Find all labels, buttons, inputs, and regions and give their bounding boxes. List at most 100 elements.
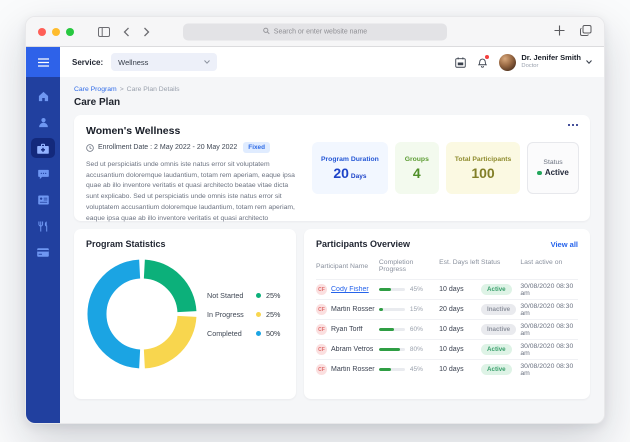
utensils-icon (38, 221, 49, 232)
sidebar-item-messages[interactable] (31, 164, 55, 184)
progress-percent: 60% (410, 326, 423, 333)
participant-name: Martin Rosser (331, 366, 375, 373)
stat-total-participants: Total Participants 100 (446, 142, 521, 194)
forward-button[interactable] (143, 27, 150, 37)
days-left: 10 days (439, 286, 481, 293)
browser-sidebar-icon[interactable] (98, 27, 110, 37)
care-plan-description: Sed ut perspiciatis unde omnis iste natu… (86, 160, 298, 224)
care-plan-card: Women's Wellness Enrollment Date : 2 May… (74, 115, 590, 221)
legend-value: 50% (266, 329, 280, 338)
donut-legend: Not Started 25% In Progress 25% Completed 50% (207, 291, 280, 338)
app-sidebar (26, 47, 60, 423)
sidebar-item-nutrition[interactable] (31, 216, 55, 236)
service-dropdown-value: Wellness (118, 58, 148, 67)
donut-segment-completed (97, 269, 140, 359)
progress-bar (379, 348, 405, 351)
calendar-button[interactable] (455, 57, 466, 68)
search-icon (263, 27, 270, 36)
status-badge: Inactive (481, 304, 516, 315)
id-card-icon (38, 195, 49, 205)
participants-overview-card: Participants Overview View all Participa… (304, 229, 590, 399)
new-tab-button[interactable] (554, 23, 565, 41)
progress-percent: 80% (410, 346, 423, 353)
last-active: 30/08/2020 08:30 am (520, 303, 578, 317)
donut-segment-not-started (144, 269, 187, 312)
participant-name: Abram Vetros (331, 346, 373, 353)
donut-chart (86, 258, 198, 370)
donut-segment-in-progress (144, 316, 187, 359)
legend-label: Not Started (207, 291, 251, 300)
user-menu[interactable]: Dr. Jenifer Smith Doctor (499, 54, 592, 71)
participant-avatar: CF (316, 304, 327, 315)
legend-dot (256, 331, 261, 336)
view-all-link[interactable]: View all (551, 240, 578, 249)
home-icon (38, 91, 49, 102)
sidebar-item-home[interactable] (31, 86, 55, 106)
chat-icon (38, 169, 49, 180)
participant-avatar: CF (316, 364, 327, 375)
participant-name-link[interactable]: Cody Fisher (331, 286, 369, 293)
app-header: Service: Wellness (60, 47, 604, 77)
legend-value: 25% (266, 291, 280, 300)
address-bar[interactable]: Search or enter website name (183, 23, 447, 40)
sidebar-item-billing[interactable] (31, 242, 55, 262)
legend-item-not-started: Not Started 25% (207, 291, 280, 300)
zoom-window-button[interactable] (66, 28, 74, 36)
clock-icon (86, 144, 94, 152)
user-role: Doctor (521, 63, 581, 70)
stat-program-duration: Program Duration 20Days (312, 142, 388, 194)
legend-label: Completed (207, 329, 251, 338)
days-left: 20 days (439, 306, 481, 313)
service-dropdown[interactable]: Wellness (111, 53, 217, 71)
breadcrumb-care-program[interactable]: Care Program (74, 86, 117, 93)
sidebar-item-care-programs[interactable] (31, 138, 55, 158)
days-left: 10 days (439, 326, 481, 333)
user-icon (38, 117, 49, 128)
service-label: Service: (72, 58, 103, 67)
breadcrumb-current: Care Plan Details (127, 86, 180, 93)
care-plan-title: Women's Wellness (86, 125, 298, 137)
legend-label: In Progress (207, 310, 251, 319)
chevron-down-icon (586, 60, 592, 64)
sidebar-item-records[interactable] (31, 190, 55, 210)
more-options-button[interactable] (568, 124, 578, 126)
breadcrumb: Care Program > Care Plan Details (74, 86, 590, 93)
care-plan-stats: Program Duration 20Days Groups 4 Total P… (312, 142, 579, 194)
back-button[interactable] (123, 27, 130, 37)
program-statistics-card: Program Statistics Not Started25%In Prog… (74, 229, 296, 399)
status-badge: Active (481, 284, 512, 295)
browser-window: Search or enter website name (25, 16, 605, 424)
status-badge: Inactive (481, 324, 516, 335)
notifications-button[interactable] (477, 56, 488, 68)
user-name: Dr. Jenifer Smith (521, 54, 581, 63)
legend-value: 25% (266, 310, 280, 319)
active-status-dot (537, 171, 542, 176)
stat-status: Status Active (527, 142, 579, 194)
chevron-down-icon (204, 60, 210, 64)
participants-table-body: CFCody Fisher45%10 daysActive30/08/2020 … (316, 279, 578, 379)
close-window-button[interactable] (38, 28, 46, 36)
participant-avatar: CF (316, 324, 327, 335)
calendar-icon (455, 57, 466, 68)
sidebar-item-patients[interactable] (31, 112, 55, 132)
table-row: CFCody Fisher45%10 daysActive30/08/2020 … (316, 279, 578, 299)
days-left: 10 days (439, 346, 481, 353)
last-active: 30/08/2020 08:30 am (520, 283, 578, 297)
browser-chrome: Search or enter website name (26, 17, 604, 47)
menu-toggle-button[interactable] (26, 47, 60, 77)
table-row: CFRyan Torff60%10 daysInactive30/08/2020… (316, 319, 578, 339)
legend-dot (256, 293, 261, 298)
tab-overview-icon[interactable] (580, 23, 592, 41)
card-icon (37, 248, 49, 257)
minimize-window-button[interactable] (52, 28, 60, 36)
progress-bar (379, 308, 405, 311)
table-row: CFMartin Rosser45%10 daysActive30/08/202… (316, 359, 578, 379)
participants-overview-title: Participants Overview (316, 239, 410, 249)
program-statistics-title: Program Statistics (86, 239, 284, 249)
days-left: 10 days (439, 366, 481, 373)
participant-name: Ryan Torff (331, 326, 363, 333)
notification-badge (485, 55, 489, 59)
legend-item-in-progress: In Progress 25% (207, 310, 280, 319)
hamburger-icon (38, 58, 49, 67)
legend-item-completed: Completed 50% (207, 329, 280, 338)
